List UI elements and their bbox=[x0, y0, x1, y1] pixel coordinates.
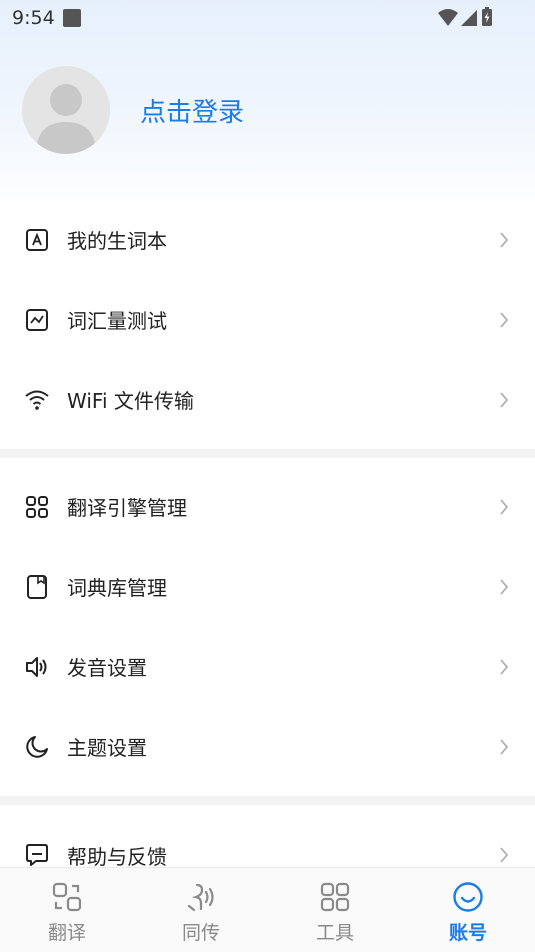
account-icon bbox=[453, 882, 483, 912]
menu-item-wifi-transfer[interactable]: WiFi 文件传输 bbox=[0, 360, 535, 440]
chevron-right-icon bbox=[500, 579, 509, 595]
simultaneous-icon bbox=[187, 883, 214, 912]
menu-item-vocab-test[interactable]: 词汇量测试 bbox=[0, 280, 535, 360]
tab-tools[interactable]: 工具 bbox=[268, 868, 402, 952]
vocab-book-icon bbox=[26, 229, 48, 251]
chevron-right-icon bbox=[500, 392, 509, 408]
menu-item-label: 词汇量测试 bbox=[67, 309, 167, 333]
bottom-navigation: 翻译 同传 工具 账号 bbox=[0, 867, 535, 952]
menu-group-3: 帮助与反馈 bbox=[0, 814, 535, 867]
tab-account[interactable]: 账号 bbox=[401, 868, 535, 952]
menu-item-help-feedback[interactable]: 帮助与反馈 bbox=[0, 814, 535, 867]
menu-item-label: 主题设置 bbox=[67, 736, 147, 760]
menu-item-theme-settings[interactable]: 主题设置 bbox=[0, 707, 535, 787]
grid-icon bbox=[26, 496, 48, 518]
moon-icon bbox=[26, 736, 48, 758]
menu-item-pronunciation-settings[interactable]: 发音设置 bbox=[0, 627, 535, 707]
menu-item-label: WiFi 文件传输 bbox=[67, 389, 194, 413]
status-bar: 9:54 bbox=[0, 0, 535, 36]
menu-item-label: 发音设置 bbox=[67, 656, 147, 680]
chart-icon bbox=[26, 309, 48, 331]
chevron-right-icon bbox=[500, 739, 509, 755]
status-time: 9:54 bbox=[12, 7, 55, 29]
chevron-right-icon bbox=[500, 847, 509, 863]
menu-item-label: 翻译引擎管理 bbox=[67, 496, 187, 520]
chevron-right-icon bbox=[500, 659, 509, 675]
tab-translate[interactable]: 翻译 bbox=[0, 868, 134, 952]
tab-simultaneous[interactable]: 同传 bbox=[134, 868, 268, 952]
menu-item-label: 帮助与反馈 bbox=[67, 845, 167, 867]
speaker-icon bbox=[26, 657, 47, 677]
tab-label: 账号 bbox=[448, 922, 487, 944]
status-icons bbox=[438, 7, 492, 26]
translate-icon bbox=[52, 882, 82, 912]
wifi-icon bbox=[25, 390, 49, 410]
notification-icon bbox=[63, 9, 81, 27]
tab-label: 翻译 bbox=[47, 922, 86, 944]
menu-item-translation-engines[interactable]: 翻译引擎管理 bbox=[0, 467, 535, 547]
menu-item-label: 我的生词本 bbox=[67, 229, 167, 253]
tab-label: 工具 bbox=[315, 922, 354, 944]
chevron-right-icon bbox=[500, 232, 509, 248]
menu-item-vocab-book[interactable]: 我的生词本 bbox=[0, 200, 535, 280]
dictionary-icon bbox=[27, 575, 47, 599]
menu-group-2: 翻译引擎管理 词典库管理 发音设置 主题设置 bbox=[0, 467, 535, 787]
user-placeholder-icon bbox=[36, 84, 96, 154]
section-divider bbox=[0, 796, 535, 805]
signal-icon bbox=[461, 10, 477, 26]
chevron-right-icon bbox=[500, 312, 509, 328]
menu-group-1: 我的生词本 词汇量测试 WiFi 文件传输 bbox=[0, 200, 535, 440]
profile-section[interactable]: 点击登录 bbox=[22, 66, 512, 156]
menu-item-label: 词典库管理 bbox=[67, 576, 167, 600]
battery-icon bbox=[482, 7, 492, 26]
login-link[interactable]: 点击登录 bbox=[140, 92, 244, 129]
menu-item-dictionary-library[interactable]: 词典库管理 bbox=[0, 547, 535, 627]
chevron-right-icon bbox=[500, 499, 509, 515]
avatar[interactable] bbox=[22, 66, 110, 154]
feedback-icon bbox=[26, 844, 48, 866]
wifi-icon bbox=[438, 9, 458, 26]
section-divider bbox=[0, 449, 535, 458]
tab-label: 同传 bbox=[181, 922, 220, 944]
tools-icon bbox=[320, 882, 350, 912]
